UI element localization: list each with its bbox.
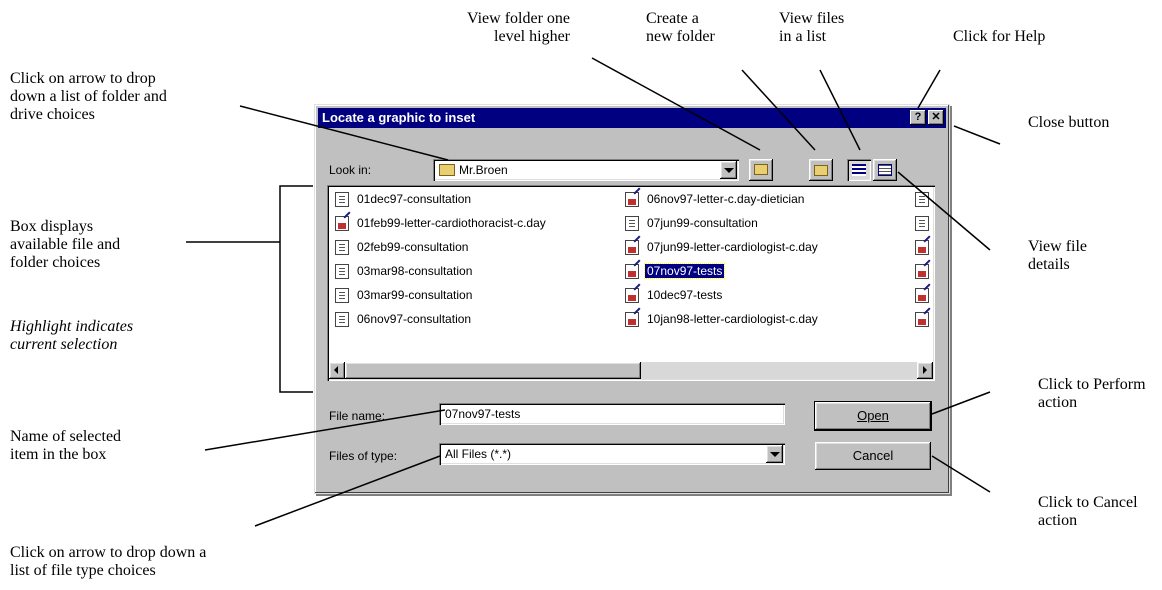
leader-line-close (953, 125, 1001, 145)
annotation-perform: Click to Perform action (1038, 376, 1146, 411)
file-name-text: 02feb99-consultation (357, 240, 469, 254)
text-document-icon (915, 216, 929, 231)
leader-line-help (917, 69, 941, 109)
files-of-type-label: Files of type: (329, 449, 398, 463)
list-view-button[interactable] (847, 159, 871, 181)
file-name-text: 03mar98-consultation (357, 264, 473, 278)
word-document-icon (915, 288, 929, 303)
files-of-type-value: All Files (*.*) (445, 447, 512, 461)
open-button[interactable]: Open (815, 402, 931, 430)
file-name-text: 10jan98-letter-cardiologist-c.day (647, 312, 818, 326)
word-document-icon (915, 312, 929, 327)
list-view-icon (852, 164, 866, 176)
up-folder-icon (754, 164, 768, 175)
scroll-right-arrow-icon (923, 366, 927, 374)
look-in-value: Mr.Broen (459, 163, 508, 177)
file-name-text: 06nov97-letter-c.day-dietician (647, 192, 805, 206)
annotation-up-folder: View folder one level higher (467, 10, 570, 45)
file-name-label: File name: (329, 409, 386, 423)
file-name-input[interactable]: 07nov97-tests (439, 403, 785, 425)
up-folder-button[interactable] (749, 159, 773, 181)
help-button[interactable]: ? (910, 110, 926, 125)
word-document-icon (335, 216, 349, 231)
new-folder-button[interactable] (809, 159, 833, 181)
annotation-file-box: Box displays available file and folder cho… (10, 218, 121, 271)
leader-line-file-box-bracket (279, 185, 313, 393)
annotation-look-in: Click on arrow to drop down a list of fol… (10, 70, 167, 123)
annotation-new-folder: Create a new folder (646, 10, 715, 45)
annotation-filetype: Click on arrow to drop down a list of fil… (10, 544, 207, 579)
word-document-icon (915, 240, 929, 255)
annotation-cancel: Click to Cancel action (1038, 494, 1138, 529)
text-document-icon (335, 264, 349, 279)
file-open-dialog: Locate a graphic to inset ? ✕ Look in: M… (314, 104, 950, 494)
file-name-text: 01feb99-letter-cardiothoracist-c.day (357, 216, 546, 230)
look-in-dropdown[interactable]: Mr.Broen (433, 159, 739, 181)
dialog-title: Locate a graphic to inset (322, 110, 476, 125)
cancel-button[interactable]: Cancel (815, 442, 931, 470)
word-document-icon (625, 240, 639, 255)
annotation-close: Close button (1028, 114, 1110, 131)
files-of-type-dropdown[interactable]: All Files (*.*) (439, 443, 785, 465)
text-document-icon (625, 216, 639, 231)
word-document-icon (625, 192, 639, 207)
word-document-icon (625, 312, 639, 327)
annotation-highlight: Highlight indicates current selection (10, 318, 134, 353)
scroll-thumb[interactable] (345, 362, 641, 379)
file-name-text: 07jun99-letter-cardiologist-c.day (647, 240, 818, 254)
scroll-left-arrow-icon (334, 366, 338, 374)
file-name-text: 10dec97-tests (647, 288, 723, 302)
text-document-icon (335, 288, 349, 303)
details-view-button[interactable] (873, 159, 897, 181)
new-folder-icon (814, 165, 828, 176)
word-document-icon (625, 288, 639, 303)
text-document-icon (915, 192, 929, 207)
file-list-box[interactable]: 01dec97-consultation 01feb99-letter-cardi… (327, 185, 935, 381)
text-document-icon (335, 192, 349, 207)
file-name-value: 07nov97-tests (445, 407, 521, 421)
close-button[interactable]: ✕ (928, 110, 944, 125)
file-name-text: 07nov97-tests (643, 263, 726, 279)
file-name-text: 01dec97-consultation (357, 192, 472, 206)
file-name-text: 06nov97-consultation (357, 312, 472, 326)
cancel-button-label: Cancel (852, 448, 894, 463)
annotation-list-view: View files in a list (779, 10, 845, 45)
text-document-icon (335, 240, 349, 255)
annotation-details: View file details (1028, 238, 1088, 273)
annotation-name: Name of selected item in the box (10, 428, 122, 463)
horizontal-scrollbar[interactable] (329, 362, 933, 379)
scroll-right-button[interactable] (917, 362, 933, 379)
file-name-text: 07jun99-consultation (647, 216, 758, 230)
annotation-help: Click for Help (953, 28, 1046, 45)
file-name-text: 03mar99-consultation (357, 288, 473, 302)
look-in-arrow-button[interactable] (720, 161, 737, 179)
scroll-left-button[interactable] (329, 362, 345, 379)
files-of-type-arrow-button[interactable] (766, 445, 783, 463)
look-in-label: Look in: (329, 163, 372, 177)
word-document-icon (915, 264, 929, 279)
text-document-icon (335, 312, 349, 327)
title-bar[interactable]: Locate a graphic to inset ? ✕ (318, 108, 946, 128)
details-view-icon (878, 164, 892, 176)
open-button-label: Open (857, 408, 889, 423)
word-document-icon (625, 264, 639, 279)
folder-icon (439, 164, 455, 176)
